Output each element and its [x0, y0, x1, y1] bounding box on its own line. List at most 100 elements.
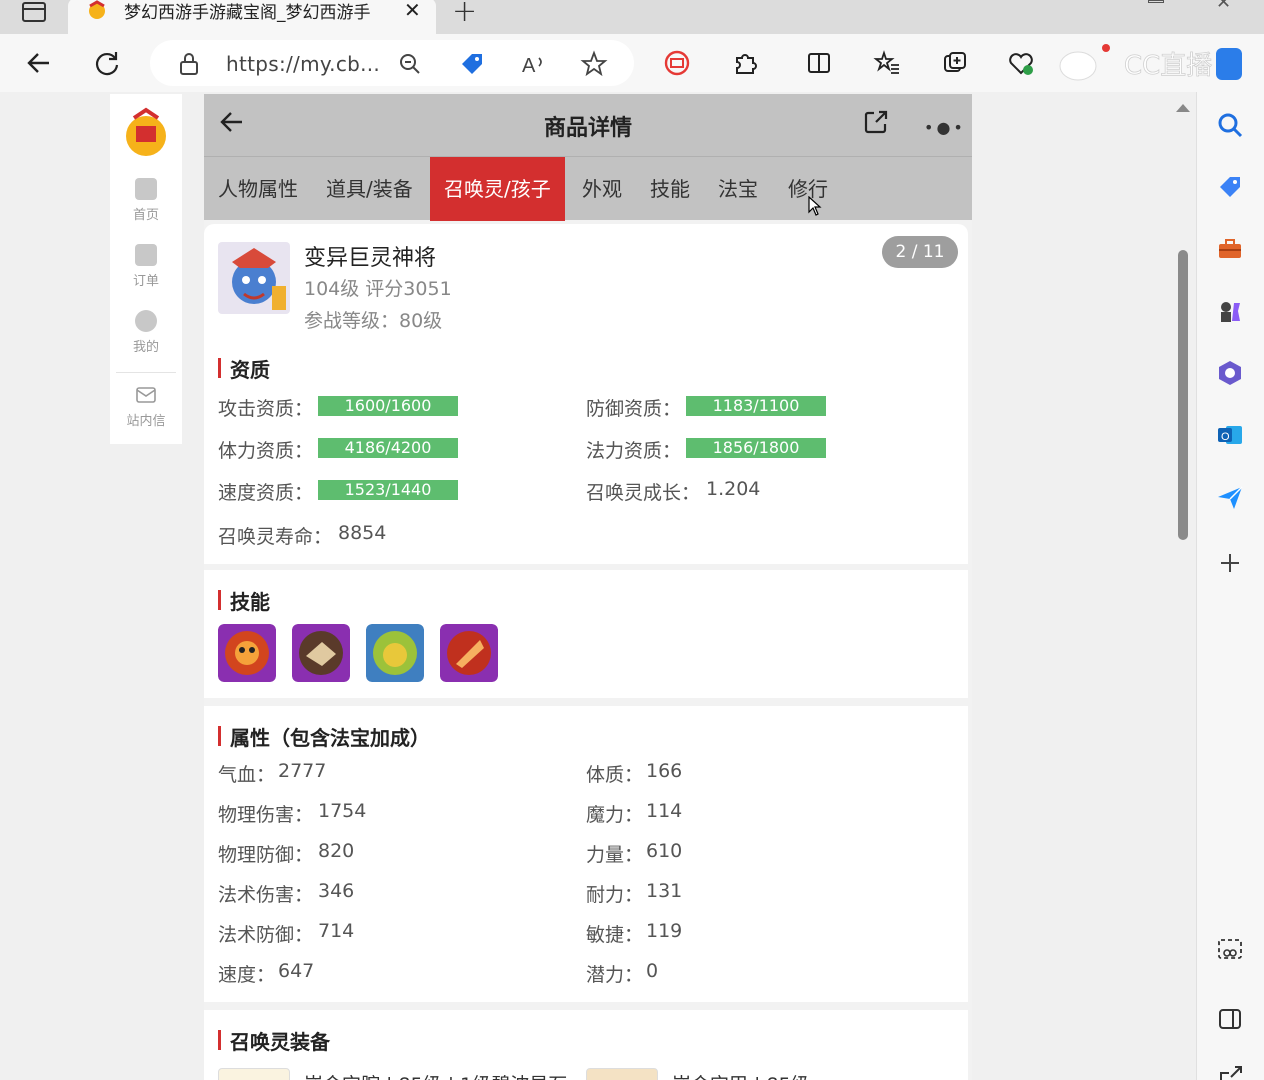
- nav-item-orders[interactable]: 订单: [110, 244, 182, 289]
- favorites-list-icon[interactable]: [870, 46, 904, 80]
- mouse-cursor-icon: [808, 196, 822, 216]
- speed-aptitude-bar: 1523/1440: [318, 480, 458, 500]
- physical-damage-value: 1754: [318, 800, 367, 822]
- zoom-out-icon[interactable]: [398, 52, 422, 76]
- lock-icon[interactable]: [178, 52, 200, 76]
- browser-tab-bar: 梦幻西游手游藏宝阁_梦幻西游手 ✕ + ✕: [0, 0, 1264, 34]
- open-external-icon[interactable]: [1215, 1060, 1245, 1080]
- potential-value: 0: [646, 960, 659, 982]
- skill-fire-icon[interactable]: [218, 624, 276, 682]
- sidebar-tools-icon[interactable]: [1215, 234, 1245, 264]
- sidebar-send-icon[interactable]: [1215, 482, 1245, 512]
- stamina-aptitude-bar: 4186/4200: [318, 438, 458, 458]
- sidebar-shopping-icon[interactable]: [1215, 172, 1245, 202]
- equipment-1-icon[interactable]: [218, 1068, 290, 1080]
- detail-tabs: 人物属性 道具/装备 召唤灵/孩子 外观 技能 法宝 修行: [204, 156, 972, 221]
- address-bar[interactable]: https://my.cb... A: [150, 40, 634, 86]
- cc-live-logo: CC直播: [1056, 44, 1246, 84]
- tab-close-icon[interactable]: ✕: [404, 0, 421, 22]
- tab-skills[interactable]: 技能: [650, 157, 690, 221]
- product-detail-panel: 商品详情 •●• 人物属性 道具/装备 召唤灵/孩子 外观 技能 法宝 修行 变…: [204, 94, 972, 1080]
- equipment-card: 召唤灵装备 嵌金宝腕 | 85级 | 1级碧波星石 嵌金宝甲 | 85级: [204, 1010, 968, 1080]
- agility-label: 敏捷：: [586, 924, 644, 946]
- hp-value: 2777: [278, 760, 327, 782]
- extensions-puzzle-icon[interactable]: [728, 46, 762, 80]
- speed-value: 647: [278, 960, 315, 982]
- magic-aptitude-label: 法力资质：: [586, 440, 682, 462]
- strength-label: 力量：: [586, 844, 644, 866]
- hp-label: 气血：: [218, 764, 276, 786]
- potential-label: 潜力：: [586, 964, 644, 986]
- refresh-icon[interactable]: [90, 46, 124, 80]
- nav-item-home[interactable]: 首页: [110, 178, 182, 223]
- sidebar-microsoft365-icon[interactable]: [1215, 358, 1245, 388]
- speed-label: 速度：: [218, 964, 276, 986]
- share-icon[interactable]: [862, 108, 890, 136]
- minimize-icon[interactable]: [1148, 0, 1164, 3]
- back-icon[interactable]: [22, 46, 56, 80]
- equipment-2-text[interactable]: 嵌金宝甲 | 85级: [672, 1070, 810, 1080]
- pet-join-level: 参战等级：80级: [304, 310, 443, 332]
- nav-divider: [116, 372, 176, 373]
- magic-damage-label: 法术伤害：: [218, 884, 314, 906]
- tab-actions-icon[interactable]: [22, 2, 46, 22]
- page-scrollbar-thumb[interactable]: [1178, 250, 1188, 540]
- nav-item-mine[interactable]: 我的: [110, 310, 182, 355]
- pet-pager-badge[interactable]: 2 / 11: [882, 236, 958, 268]
- tab-appearance[interactable]: 外观: [582, 157, 622, 221]
- pet-avatar[interactable]: [218, 242, 290, 314]
- url-text[interactable]: https://my.cb...: [226, 52, 380, 76]
- read-aloud-icon[interactable]: A: [522, 52, 548, 76]
- nav-item-messages[interactable]: 站内信: [110, 384, 182, 429]
- new-tab-button[interactable]: +: [452, 0, 477, 29]
- browser-toolbar: https://my.cb... A CC直播: [0, 34, 1264, 92]
- site-logo-icon: [126, 107, 166, 156]
- cc-live-label: CC直播: [1124, 51, 1212, 81]
- sidebar-search-icon[interactable]: [1215, 110, 1245, 140]
- browser-essentials-icon[interactable]: [1004, 46, 1038, 80]
- favicon-icon: [89, 0, 105, 19]
- tab-pets[interactable]: 召唤灵/孩子: [430, 157, 565, 221]
- nav-item-label: 订单: [132, 274, 159, 289]
- skill-rock-icon[interactable]: [292, 624, 350, 682]
- more-options-icon[interactable]: •●•: [924, 118, 966, 137]
- screenshot-capture-icon[interactable]: [1215, 934, 1245, 964]
- site-left-nav: 首页 订单 我的 站内信: [110, 94, 182, 444]
- agility-value: 119: [646, 920, 683, 942]
- attack-aptitude-bar: 1600/1600: [318, 396, 458, 416]
- coupon-tag-icon[interactable]: [458, 50, 486, 78]
- skill-light-icon[interactable]: [366, 624, 424, 682]
- extension-red-icon[interactable]: [660, 46, 694, 80]
- edge-sidebar: O: [1196, 92, 1264, 1080]
- sidebar-add-icon[interactable]: [1215, 548, 1245, 578]
- tab-treasures[interactable]: 法宝: [718, 157, 758, 221]
- home-icon: [135, 178, 157, 200]
- sidebar-toggle-icon[interactable]: [1215, 1004, 1245, 1034]
- attack-aptitude-label: 攻击资质：: [218, 398, 314, 420]
- constitution-value: 166: [646, 760, 683, 782]
- user-icon: [135, 310, 157, 332]
- skill-flame-strike-icon[interactable]: [440, 624, 498, 682]
- endurance-value: 131: [646, 880, 683, 902]
- skills-section-title: 技能: [218, 586, 270, 615]
- aptitude-section-title: 资质: [218, 354, 270, 383]
- defense-aptitude-bar: 1183/1100: [686, 396, 826, 416]
- scroll-up-arrow[interactable]: [1176, 104, 1190, 112]
- physical-defense-label: 物理防御：: [218, 844, 314, 866]
- equipment-1-text[interactable]: 嵌金宝腕 | 85级 | 1级碧波星石: [304, 1070, 567, 1080]
- tab-character[interactable]: 人物属性: [218, 157, 298, 221]
- browser-tab[interactable]: 梦幻西游手游藏宝阁_梦幻西游手 ✕: [68, 0, 436, 34]
- constitution-label: 体质：: [586, 764, 644, 786]
- attributes-card: 属性（包含法宝加成） 气血： 2777 体质： 166 物理伤害： 1754 魔…: [204, 706, 968, 1002]
- sidebar-outlook-icon[interactable]: O: [1215, 420, 1245, 450]
- tab-items[interactable]: 道具/装备: [326, 157, 413, 221]
- orders-icon: [135, 244, 157, 266]
- sidebar-games-icon[interactable]: [1215, 296, 1245, 326]
- defense-aptitude-label: 防御资质：: [586, 398, 682, 420]
- collections-icon[interactable]: [938, 46, 972, 80]
- strength-value: 610: [646, 840, 683, 862]
- favorite-star-icon[interactable]: [580, 50, 608, 78]
- split-screen-icon[interactable]: [802, 46, 836, 80]
- equipment-2-icon[interactable]: [586, 1068, 658, 1080]
- window-close-icon[interactable]: ✕: [1216, 0, 1231, 13]
